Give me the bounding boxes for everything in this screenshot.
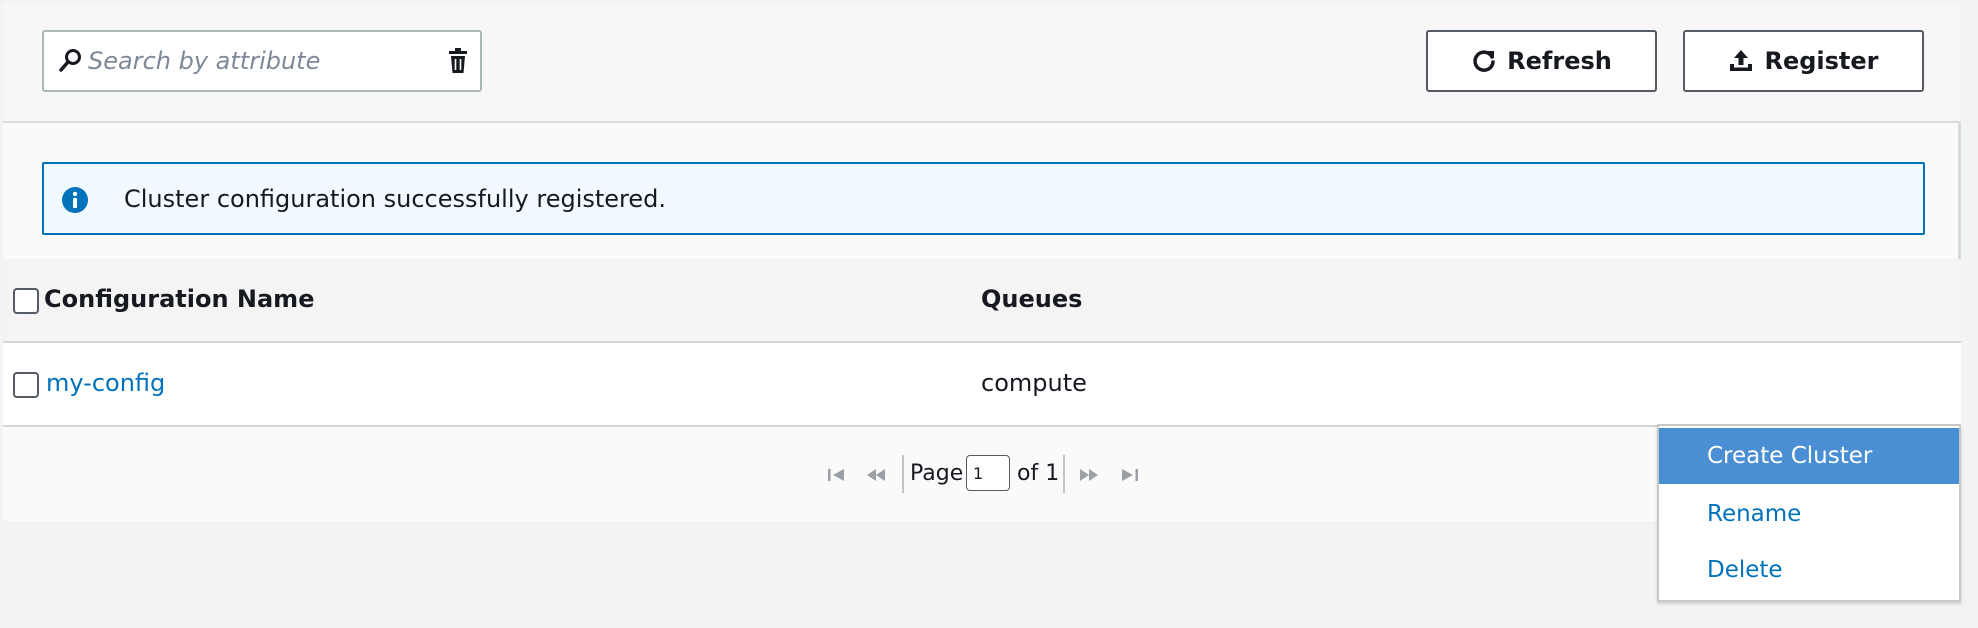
page-count-label: of 1 xyxy=(1017,461,1060,486)
pager-divider xyxy=(902,455,904,493)
alert-message: Cluster configuration successfully regis… xyxy=(124,185,667,213)
table-row: my-config compute xyxy=(3,343,1961,427)
first-page-icon[interactable] xyxy=(826,467,848,483)
refresh-label: Refresh xyxy=(1507,47,1612,75)
menu-item-rename[interactable]: Rename xyxy=(1659,486,1959,542)
previous-page-icon[interactable] xyxy=(865,467,887,483)
info-icon xyxy=(62,187,88,213)
upload-icon xyxy=(1730,50,1753,71)
row-checkbox[interactable] xyxy=(13,372,39,398)
register-label: Register xyxy=(1764,47,1879,75)
last-page-icon[interactable] xyxy=(1118,467,1140,483)
queues-cell: compute xyxy=(981,369,1087,397)
select-all-checkbox[interactable] xyxy=(13,288,39,314)
search-box[interactable] xyxy=(42,30,482,92)
menu-item-create-cluster[interactable]: Create Cluster xyxy=(1659,428,1959,484)
toolbar: Refresh Register xyxy=(3,3,1961,123)
next-page-icon[interactable] xyxy=(1078,467,1100,483)
menu-item-delete[interactable]: Delete xyxy=(1659,542,1959,598)
search-icon xyxy=(59,49,81,72)
register-button[interactable]: Register xyxy=(1683,30,1924,92)
column-header-configuration-name[interactable]: Configuration Name xyxy=(44,285,314,313)
actions-menu: Create Cluster Rename Delete xyxy=(1657,424,1961,602)
refresh-button[interactable]: Refresh xyxy=(1426,30,1657,92)
page-label: Page xyxy=(910,461,964,486)
success-alert: Cluster configuration successfully regis… xyxy=(42,162,1925,235)
pager-divider xyxy=(1063,455,1065,493)
table-header: Configuration Name Queues xyxy=(3,259,1961,343)
search-input[interactable] xyxy=(88,42,428,80)
trash-icon[interactable] xyxy=(446,47,470,75)
page-number-input[interactable] xyxy=(966,455,1010,491)
config-name-link[interactable]: my-config xyxy=(46,369,165,397)
refresh-icon xyxy=(1473,50,1495,72)
column-header-queues[interactable]: Queues xyxy=(981,285,1082,313)
